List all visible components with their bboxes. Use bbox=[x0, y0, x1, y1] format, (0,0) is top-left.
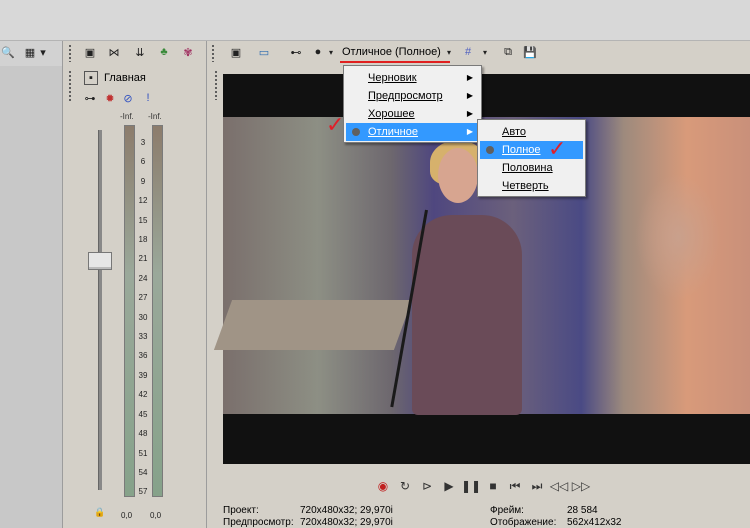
meter-left-value: 0,0 bbox=[121, 511, 133, 520]
save-snapshot-icon[interactable]: 💾 bbox=[522, 44, 538, 60]
overlay-icon[interactable]: ● bbox=[310, 44, 326, 60]
frame-value: 28 584 bbox=[567, 505, 598, 516]
preview-grip[interactable] bbox=[211, 44, 215, 62]
menu-item-draft[interactable]: Черновик ▶ bbox=[346, 69, 479, 87]
split-screen-icon[interactable]: ⊷ bbox=[288, 44, 304, 60]
radio-dot-icon bbox=[352, 128, 360, 136]
quality-chevron-icon[interactable]: ▾ bbox=[444, 44, 454, 60]
fx-chain-icon[interactable]: ✹ bbox=[102, 90, 118, 106]
singer-body bbox=[412, 215, 522, 415]
display-value: 562x412x32 bbox=[567, 517, 622, 528]
left-panel-content bbox=[0, 66, 62, 528]
annotation-checkmark-icon: ✓ bbox=[326, 112, 345, 137]
next-frame-icon[interactable]: ▷▷ bbox=[572, 478, 590, 494]
zoom-icon[interactable]: 🔍 bbox=[0, 44, 16, 60]
meter-left-peak: -Inf. bbox=[120, 112, 134, 121]
dim-icon[interactable]: ♣ bbox=[156, 44, 172, 60]
fx-icon[interactable]: ⋈ bbox=[106, 44, 122, 60]
copy-snapshot-icon[interactable]: ⧉ bbox=[500, 44, 516, 60]
display-label: Отображение: bbox=[490, 517, 557, 528]
singer-head bbox=[438, 148, 478, 203]
transport-controls: ◉ ↻ ⊳ ▶ ❚❚ ■ ⏮ ⏭ ◁◁ ▷▷ bbox=[375, 476, 590, 496]
previous-frame-icon[interactable]: ◁◁ bbox=[550, 478, 568, 494]
overlay-chevron-icon[interactable]: ▾ bbox=[326, 44, 336, 60]
grid-chevron-icon[interactable]: ▾ bbox=[480, 44, 490, 60]
submenu-arrow-icon: ▶ bbox=[466, 73, 473, 82]
preview-value: 720x480x32; 29,970i bbox=[300, 517, 393, 528]
grid-icon[interactable]: # bbox=[460, 44, 476, 60]
project-value: 720x480x32; 29,970i bbox=[300, 505, 393, 516]
frame-label: Фрейм: bbox=[490, 505, 524, 516]
mute-all-icon[interactable]: ✾ bbox=[180, 44, 196, 60]
pause-icon[interactable]: ❚❚ bbox=[461, 478, 481, 494]
play-icon[interactable]: ▶ bbox=[441, 478, 457, 494]
record-icon[interactable]: ◉ bbox=[375, 478, 391, 494]
submenu-arrow-icon: ▶ bbox=[466, 109, 473, 118]
lock-icon[interactable]: 🔒 bbox=[92, 504, 108, 520]
menu-item-good[interactable]: Хорошее ▶ bbox=[346, 105, 479, 123]
quality-dropdown[interactable]: Отличное (Полное) bbox=[340, 46, 443, 62]
submenu-arrow-icon: ▶ bbox=[466, 127, 473, 136]
size-submenu: Авто Полное Половина Четверть bbox=[477, 119, 586, 197]
top-strip bbox=[0, 0, 750, 41]
menu-item-full[interactable]: Полное bbox=[480, 141, 583, 159]
vu-meter-left bbox=[124, 125, 135, 497]
video-floor bbox=[213, 300, 413, 350]
properties-icon[interactable]: ▣ bbox=[228, 44, 244, 60]
menu-item-half[interactable]: Половина bbox=[480, 159, 583, 177]
go-to-end-icon[interactable]: ⏭ bbox=[529, 478, 545, 494]
monitor-icon[interactable]: ▭ bbox=[256, 44, 272, 60]
radio-dot-icon bbox=[486, 146, 494, 154]
mixer-grip-2[interactable] bbox=[68, 70, 72, 102]
grid-view-icon[interactable]: ▦ bbox=[22, 44, 38, 60]
menu-item-quarter[interactable]: Четверть bbox=[480, 177, 583, 195]
play-from-start-icon[interactable]: ⊳ bbox=[419, 478, 435, 494]
menu-item-best[interactable]: Отличное ▶ bbox=[346, 123, 479, 141]
fader-track[interactable] bbox=[98, 130, 102, 490]
loop-icon[interactable]: ↻ bbox=[397, 478, 413, 494]
master-bus-icon[interactable]: ▪ bbox=[84, 71, 98, 85]
annotation-checkmark-icon-2: ✓ bbox=[548, 136, 567, 161]
mute-icon[interactable]: ⊘ bbox=[120, 90, 136, 106]
preview-label: Предпросмотр: bbox=[223, 517, 294, 528]
insert-bus-icon[interactable]: ▣ bbox=[82, 44, 98, 60]
menu-item-preview[interactable]: Предпросмотр ▶ bbox=[346, 87, 479, 105]
solo-icon[interactable]: ! bbox=[140, 90, 156, 106]
vu-meter-right bbox=[152, 125, 163, 497]
mixer-grip[interactable] bbox=[68, 44, 72, 62]
quality-menu: Черновик ▶ Предпросмотр ▶ Хорошее ▶ Отлично… bbox=[343, 65, 482, 143]
meter-scale: 369 12 15 18 21 24 27 30 33 36 39 42 45 48 51 54 5… bbox=[138, 138, 148, 497]
stop-icon[interactable]: ■ bbox=[485, 478, 501, 494]
chevron-down-icon[interactable]: ▾ bbox=[38, 44, 48, 60]
pan-icon[interactable]: ⊶ bbox=[82, 90, 98, 106]
menu-item-auto[interactable]: Авто bbox=[480, 123, 583, 141]
downmix-icon[interactable]: ⇊ bbox=[132, 44, 148, 60]
meter-right-peak: -Inf. bbox=[148, 112, 162, 121]
meter-right-value: 0,0 bbox=[150, 511, 162, 520]
master-label: Главная bbox=[104, 72, 146, 84]
preview-grip-2[interactable] bbox=[214, 70, 218, 100]
annotation-underline bbox=[340, 61, 450, 63]
go-to-start-icon[interactable]: ⏮ bbox=[507, 478, 523, 494]
project-label: Проект: bbox=[223, 505, 259, 516]
submenu-arrow-icon: ▶ bbox=[466, 91, 473, 100]
fader-knob[interactable] bbox=[88, 252, 112, 270]
